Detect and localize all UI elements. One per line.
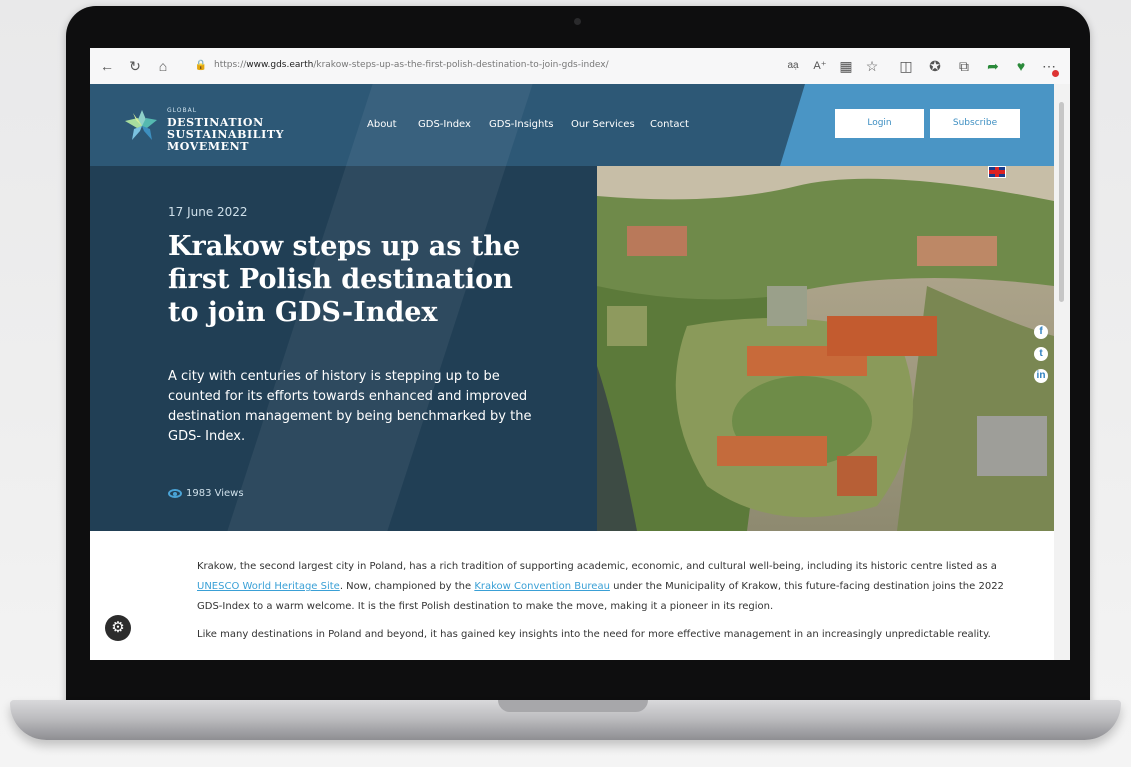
paragraph-1: Krakow, the second largest city in Polan…: [197, 557, 1017, 617]
view-count: 1983 Views: [168, 488, 244, 499]
subscribe-button[interactable]: Subscribe: [930, 109, 1020, 138]
refresh-icon[interactable]: ↻: [126, 57, 144, 75]
browser-toolbar: ← ↻ ⌂ 🔒 https://www.gds.earth/krakow-ste…: [90, 48, 1070, 85]
logo-wordmark[interactable]: GLOBAL DESTINATION SUSTAINABILITY MOVEME…: [167, 105, 284, 153]
hero: GLOBAL DESTINATION SUSTAINABILITY MOVEME…: [90, 84, 1054, 531]
article-lede: A city with centuries of history is step…: [168, 369, 532, 444]
scrollbar-thumb[interactable]: [1059, 102, 1064, 302]
nav-our-services[interactable]: Our Services: [571, 119, 635, 130]
notification-badge: [1052, 70, 1059, 77]
nav-gds-insights[interactable]: GDS-Insights: [489, 119, 554, 130]
lid-notch: [498, 700, 648, 712]
performance-icon[interactable]: ♥: [1012, 57, 1030, 75]
laptop-base: [10, 700, 1121, 740]
linkedin-share[interactable]: in: [1030, 365, 1052, 387]
gds-logo-icon[interactable]: [118, 106, 166, 146]
p1-text-b: . Now, championed by the: [339, 581, 475, 592]
article-body: Krakow, the second largest city in Polan…: [197, 557, 1017, 653]
extension-icon[interactable]: ➦: [984, 57, 1002, 75]
login-button[interactable]: Login: [835, 109, 924, 138]
favorites-icon[interactable]: ✪: [926, 57, 944, 75]
back-icon[interactable]: ←: [98, 57, 116, 75]
unesco-link[interactable]: UNESCO World Heritage Site: [197, 581, 340, 592]
split-screen-icon[interactable]: ◫: [897, 57, 915, 75]
views-label: 1983 Views: [186, 488, 244, 499]
article-date: 17 June 2022: [168, 205, 248, 219]
screen: ← ↻ ⌂ 🔒 https://www.gds.earth/krakow-ste…: [90, 48, 1070, 660]
logo-line-3: MOVEMENT: [167, 140, 250, 153]
url-domain: www.gds.earth: [246, 60, 314, 70]
settings-gear-icon[interactable]: ⚙: [105, 615, 131, 641]
facebook-icon: f: [1034, 325, 1048, 339]
reader-icon[interactable]: ▦: [837, 57, 855, 75]
url-prefix: https://: [214, 60, 247, 70]
nav-contact[interactable]: Contact: [650, 119, 689, 130]
krakow-convention-bureau-link[interactable]: Krakow Convention Bureau: [474, 581, 610, 592]
nav-about[interactable]: About: [367, 119, 397, 130]
krakow-aerial-photo: [597, 166, 1054, 531]
p1-text-a: Krakow, the second largest city in Polan…: [197, 561, 997, 572]
address-bar[interactable]: https://www.gds.earth/krakow-steps-up-as…: [214, 60, 609, 70]
linkedin-icon: in: [1034, 369, 1048, 383]
facebook-share[interactable]: f: [1030, 321, 1052, 343]
read-aloud-icon[interactable]: aạ: [784, 57, 802, 75]
favorite-icon[interactable]: ☆: [863, 57, 881, 75]
camera: [574, 18, 581, 25]
url-path: /krakow-steps-up-as-the-first-polish-des…: [313, 60, 609, 70]
lock-icon[interactable]: 🔒: [192, 57, 210, 75]
scrollbar[interactable]: [1054, 84, 1070, 660]
text-size-icon[interactable]: A⁺: [811, 57, 829, 75]
collections-icon[interactable]: ⧉: [955, 57, 973, 75]
home-icon[interactable]: ⌂: [154, 57, 172, 75]
article-title: Krakow steps up as the first Polish dest…: [168, 231, 521, 328]
eye-icon: [168, 488, 182, 498]
paragraph-2: Like many destinations in Poland and bey…: [197, 629, 991, 640]
twitter-icon: t: [1034, 347, 1048, 361]
nav-gds-index[interactable]: GDS-Index: [418, 119, 471, 130]
uk-flag-icon[interactable]: [988, 166, 1006, 178]
twitter-share[interactable]: t: [1030, 343, 1052, 365]
